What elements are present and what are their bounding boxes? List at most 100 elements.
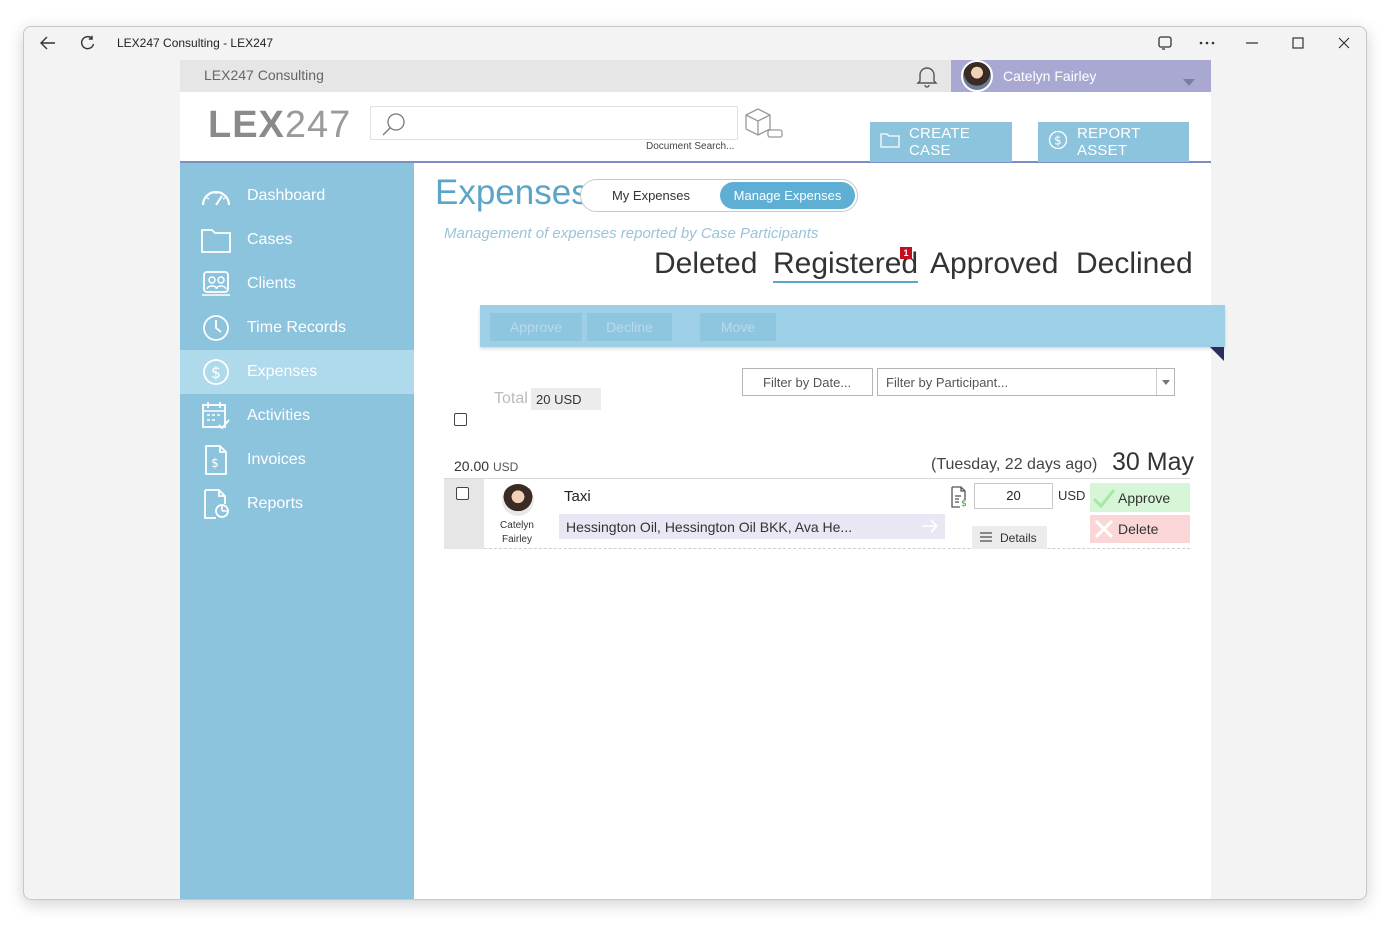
logo-suffix: 247: [284, 104, 352, 146]
clock-icon: [199, 313, 233, 343]
bell-icon[interactable]: [916, 64, 938, 93]
details-button[interactable]: Details: [972, 526, 1047, 549]
dollar-circle-icon: $: [199, 357, 233, 387]
sidebar-item-clients[interactable]: Clients: [180, 262, 414, 306]
expense-currency: USD: [1058, 488, 1086, 503]
chevron-down-icon[interactable]: [1156, 369, 1174, 395]
group-date: 30 May: [1112, 448, 1194, 476]
bulk-decline-button[interactable]: Decline: [587, 313, 672, 341]
dollar-circle-icon: $: [1048, 130, 1068, 154]
report-asset-label: REPORT ASSET: [1077, 125, 1141, 159]
svg-text:$: $: [211, 456, 219, 470]
status-tab-deleted[interactable]: Deleted: [654, 247, 757, 281]
user-name: Catelyn Fairley: [1003, 68, 1097, 84]
org-name: LEX247 Consulting: [204, 67, 324, 83]
svg-text:$: $: [1054, 134, 1062, 148]
page-subtitle: Management of expenses reported by Case …: [444, 225, 819, 242]
arrow-right-icon: [921, 519, 939, 536]
total-label: Total: [494, 390, 528, 407]
status-tab-registered[interactable]: Registered: [773, 247, 919, 283]
sidebar-item-label: Time Records: [247, 319, 346, 336]
row-checkbox[interactable]: [456, 487, 469, 500]
expense-title: Taxi: [564, 488, 591, 505]
row-select-area: [444, 479, 484, 549]
app-window: LEX247 Consulting - LEX247 LEX247 Consul…: [23, 26, 1367, 900]
create-case-button[interactable]: CREATE CASE: [870, 122, 1012, 162]
minimize-icon[interactable]: [1232, 27, 1272, 59]
sidebar-item-label: Clients: [247, 275, 296, 292]
search-input[interactable]: [370, 106, 738, 140]
owner-last-name: Fairley: [501, 534, 532, 545]
page-title: Expenses: [435, 173, 589, 212]
select-all-checkbox[interactable]: [454, 413, 467, 426]
org-strip: LEX247 Consulting Catelyn Fairley: [180, 60, 1211, 92]
receipt-icon[interactable]: $: [950, 486, 968, 513]
back-icon[interactable]: [28, 27, 68, 59]
avatar: [502, 484, 534, 516]
sidebar-item-label: Cases: [247, 231, 293, 248]
chevron-down-icon[interactable]: [1183, 73, 1195, 89]
check-icon: [1090, 488, 1118, 508]
report-asset-button[interactable]: $ REPORT ASSET: [1038, 122, 1189, 162]
tab-manage-expenses[interactable]: Manage Expenses: [720, 182, 855, 209]
sidebar-item-label: Reports: [247, 495, 304, 512]
expenses-view-toggle: My Expenses Manage Expenses: [580, 179, 858, 212]
create-case-label: CREATE CASE: [909, 125, 970, 159]
sidebar-item-reports[interactable]: Reports: [180, 482, 414, 526]
details-label: Details: [1000, 530, 1037, 545]
sidebar-item-activities[interactable]: Activities: [180, 394, 414, 438]
sidebar-item-expenses[interactable]: $ Expenses: [180, 350, 414, 394]
status-tab-approved[interactable]: Approved: [930, 247, 1058, 281]
calendar-icon: [199, 401, 233, 431]
gauge-icon: [199, 181, 233, 211]
expense-row: Catelyn Fairley Taxi Hessington Oil, Hes…: [444, 478, 1190, 549]
close-icon: [1090, 520, 1118, 538]
svg-text:$: $: [211, 363, 221, 382]
bulk-action-bar: Approve Decline Move: [480, 305, 1225, 347]
refresh-icon[interactable]: [68, 27, 108, 59]
approve-button[interactable]: Approve: [1090, 483, 1190, 512]
filter-by-date-input[interactable]: Filter by Date...: [742, 368, 873, 396]
close-icon[interactable]: [1324, 27, 1364, 59]
tab-my-expenses[interactable]: My Expenses: [585, 182, 717, 209]
filter-participant-label: Filter by Participant...: [886, 374, 1009, 390]
sidebar-item-time-records[interactable]: Time Records: [180, 306, 414, 350]
sidebar-item-label: Dashboard: [247, 187, 326, 204]
search-icon: [381, 111, 407, 142]
bulk-move-button[interactable]: Move: [700, 313, 776, 341]
sidebar-item-cases[interactable]: Cases: [180, 218, 414, 262]
document-box-icon[interactable]: [742, 106, 784, 145]
sidebar-item-invoices[interactable]: $ Invoices: [180, 438, 414, 482]
quantity-field[interactable]: 20: [974, 483, 1053, 509]
expense-owner: Catelyn Fairley: [490, 519, 544, 547]
status-tab-declined[interactable]: Declined: [1076, 247, 1193, 281]
main-panel: Expenses My Expenses Manage Expenses Man…: [414, 163, 1225, 899]
sidebar-item-label: Activities: [247, 407, 311, 424]
status-badge: 1: [900, 247, 912, 259]
maximize-icon[interactable]: [1278, 27, 1318, 59]
cast-icon[interactable]: [1145, 27, 1185, 59]
delete-button[interactable]: Delete: [1090, 515, 1190, 543]
sidebar-item-label: Expenses: [247, 363, 318, 380]
group-amount: 20.00 USD: [454, 458, 518, 474]
delete-label: Delete: [1118, 521, 1159, 537]
folder-icon: [199, 225, 233, 255]
menu-icon: [980, 531, 992, 545]
report-icon: [199, 489, 233, 519]
group-relative-date: (Tuesday, 22 days ago): [931, 456, 1098, 473]
more-icon[interactable]: [1187, 27, 1227, 59]
group-amount-value: 20.00: [454, 458, 490, 474]
app-header: LEX247 Document Search... CREATE CASE $: [180, 92, 1211, 163]
contacts-icon: [199, 269, 233, 299]
invoice-icon: $: [199, 445, 233, 475]
filter-by-participant-select[interactable]: Filter by Participant...: [877, 368, 1175, 396]
sidebar: Dashboard Cases Clients Time Records $ E…: [180, 163, 414, 899]
expense-case-link[interactable]: Hessington Oil, Hessington Oil BKK, Ava …: [559, 514, 945, 539]
user-menu[interactable]: Catelyn Fairley: [951, 60, 1211, 92]
corner-decoration: [1210, 347, 1224, 361]
sidebar-item-dashboard[interactable]: Dashboard: [180, 174, 414, 218]
bulk-approve-button[interactable]: Approve: [490, 313, 582, 341]
sidebar-item-label: Invoices: [247, 451, 306, 468]
logo-main: LEX: [208, 104, 285, 146]
approve-label: Approve: [1118, 489, 1171, 506]
